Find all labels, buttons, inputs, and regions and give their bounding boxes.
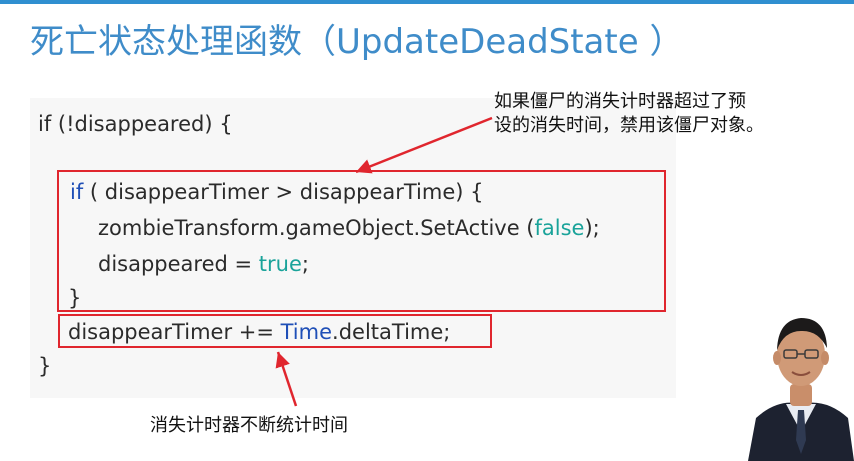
slide-title: 死亡状态处理函数（UpdateDeadState ） (30, 22, 684, 62)
callout-top: 如果僵尸的消失计时器超过了预 设的消失时间，禁用该僵尸对象。 (494, 90, 764, 139)
presenter-figure (748, 318, 854, 461)
code-outer-brace: } (38, 354, 52, 378)
top-accent-bar (0, 0, 854, 4)
code-line-if-disappeared: if (!disappeared) { (38, 114, 233, 135)
code-line-close-outer: } (38, 356, 51, 377)
highlight-box-timer-line (58, 314, 492, 348)
presenter-video (748, 300, 854, 461)
callout-bottom: 消失计时器不断统计时间 (150, 414, 348, 438)
callout-top-line1: 如果僵尸的消失计时器超过了预 (494, 91, 746, 112)
slide: 死亡状态处理函数（UpdateDeadState ） if (!disappea… (0, 0, 854, 461)
code-if-disappeared-text: if (!disappeared) { (38, 112, 233, 136)
callout-bottom-text: 消失计时器不断统计时间 (150, 415, 348, 436)
highlight-box-if-block (57, 170, 666, 312)
callout-top-line2: 设的消失时间，禁用该僵尸对象。 (494, 115, 764, 137)
